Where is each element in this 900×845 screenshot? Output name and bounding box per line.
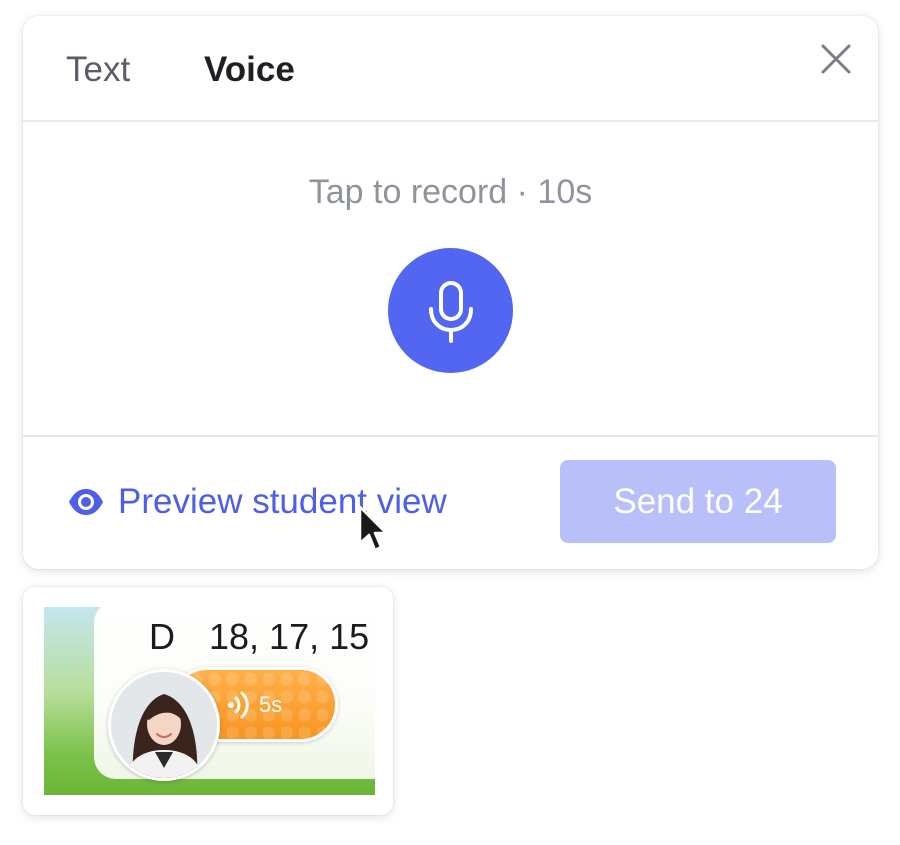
page: Text Voice Tap to record · 10s Preview s… (0, 0, 900, 845)
record-hint: Tap to record · 10s (308, 173, 593, 211)
sound-wave-icon (228, 691, 249, 719)
teacher-photo (111, 672, 217, 778)
preview-thumbnail: D 18, 17, 15 5s (44, 607, 375, 795)
send-button[interactable]: Send to 24 (560, 460, 836, 543)
voice-duration: 5s (259, 692, 283, 717)
avatar (108, 669, 220, 781)
preview-label: Preview student view (118, 482, 447, 521)
tab-voice[interactable]: Voice (204, 50, 295, 90)
tab-bar: Text Voice (23, 16, 878, 122)
panel-footer: Preview student view Send to 24 (23, 437, 878, 569)
eye-icon (69, 489, 103, 515)
message-preview-card[interactable]: D 18, 17, 15 5s (23, 587, 393, 815)
preview-student-view-link[interactable]: Preview student view (67, 480, 447, 524)
microphone-icon (428, 280, 473, 343)
tab-text[interactable]: Text (66, 50, 130, 90)
close-icon (821, 44, 851, 74)
record-button[interactable] (388, 248, 513, 373)
thumbnail-heading-numbers: 18, 17, 15 (209, 616, 370, 657)
voice-message-panel: Text Voice Tap to record · 10s Preview s… (23, 16, 878, 569)
close-button[interactable] (820, 43, 852, 75)
thumbnail-heading-letter: D (149, 616, 175, 657)
thumbnail-heading: D 18, 17, 15 (149, 617, 369, 657)
record-area: Tap to record · 10s (23, 120, 878, 437)
